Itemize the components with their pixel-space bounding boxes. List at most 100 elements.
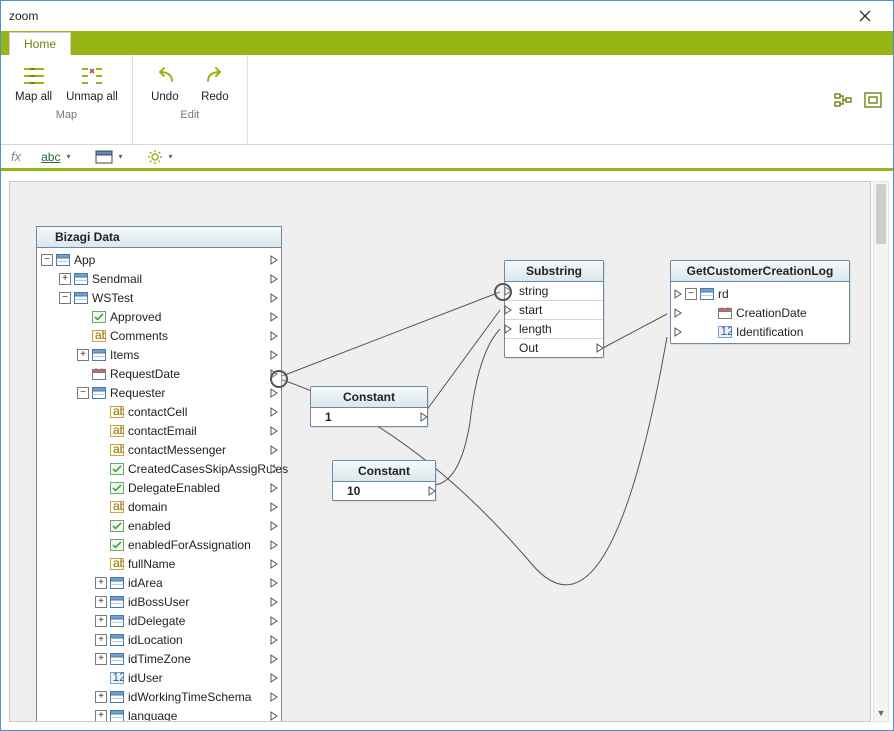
output-port-icon[interactable] xyxy=(269,616,279,626)
tab-home[interactable]: Home xyxy=(9,32,71,55)
tree-row[interactable]: +Sendmail xyxy=(37,269,281,288)
tree-row[interactable]: abcontactCell xyxy=(37,402,281,421)
node-port-string[interactable]: string xyxy=(505,282,603,300)
target-tree-panel[interactable]: GetCustomerCreationLog −rdCreationDate12… xyxy=(670,260,850,344)
tree-row[interactable]: +Items xyxy=(37,345,281,364)
text-functions-dropdown[interactable]: abc▾ xyxy=(37,148,74,166)
tree-row[interactable]: abComments xyxy=(37,326,281,345)
node-value[interactable]: 10 xyxy=(333,482,435,500)
output-port-icon[interactable] xyxy=(269,559,279,569)
node-constant-10[interactable]: Constant 10 xyxy=(332,460,436,501)
close-button[interactable] xyxy=(845,1,885,31)
tree-row[interactable]: +idBossUser xyxy=(37,592,281,611)
settings-dropdown[interactable]: ▾ xyxy=(143,147,177,167)
output-port-icon[interactable] xyxy=(269,502,279,512)
expand-toggle[interactable]: − xyxy=(77,387,89,399)
expand-toggle[interactable]: + xyxy=(95,710,107,722)
input-port-icon[interactable] xyxy=(673,308,683,318)
output-port-icon[interactable] xyxy=(269,692,279,702)
expand-toggle[interactable]: − xyxy=(59,292,71,304)
output-port-icon[interactable] xyxy=(269,331,279,341)
tree-row[interactable]: enabled xyxy=(37,516,281,535)
output-port-icon[interactable] xyxy=(269,521,279,531)
node-value[interactable]: 1 xyxy=(311,408,427,426)
tree-row[interactable]: abcontactMessenger xyxy=(37,440,281,459)
expand-toggle[interactable]: + xyxy=(59,273,71,285)
tree-row[interactable]: DelegateEnabled xyxy=(37,478,281,497)
output-port-icon[interactable] xyxy=(269,540,279,550)
scroll-down-icon[interactable]: ▼ xyxy=(874,705,888,721)
output-port-icon[interactable] xyxy=(269,274,279,284)
tree-row[interactable]: +idWorkingTimeSchema xyxy=(37,687,281,706)
tree-row[interactable]: abdomain xyxy=(37,497,281,516)
vertical-scrollbar[interactable]: ▲ ▼ xyxy=(873,181,889,722)
redo-button[interactable]: Redo xyxy=(191,61,239,107)
node-port-length[interactable]: length xyxy=(505,319,603,338)
tree-row[interactable]: Approved xyxy=(37,307,281,326)
tree-row[interactable]: +idArea xyxy=(37,573,281,592)
node-substring[interactable]: Substring string start length Out xyxy=(504,260,604,358)
output-port-icon[interactable] xyxy=(269,483,279,493)
tree-row[interactable]: −App xyxy=(37,250,281,269)
output-port-icon[interactable] xyxy=(269,350,279,360)
tree-row[interactable]: 12idUser xyxy=(37,668,281,687)
expand-toggle[interactable]: + xyxy=(95,653,107,665)
output-port-icon[interactable] xyxy=(269,597,279,607)
output-port-icon[interactable] xyxy=(269,635,279,645)
output-port-icon[interactable] xyxy=(269,388,279,398)
node-port-start[interactable]: start xyxy=(505,300,603,319)
node-port-out[interactable]: Out xyxy=(505,338,603,357)
output-port-icon[interactable] xyxy=(269,654,279,664)
fit-view-button[interactable] xyxy=(861,88,885,112)
entity-icon xyxy=(73,272,89,286)
tree-label: idLocation xyxy=(128,633,183,647)
expand-toggle[interactable]: + xyxy=(95,615,107,627)
output-port-icon[interactable] xyxy=(269,464,279,474)
tree-row[interactable]: RequestDate xyxy=(37,364,281,383)
tree-row[interactable]: −rd xyxy=(671,284,849,303)
expand-toggle[interactable]: + xyxy=(95,577,107,589)
entity-icon xyxy=(109,709,125,723)
input-port-icon[interactable] xyxy=(673,327,683,337)
unmap-all-button[interactable]: Unmap all xyxy=(60,61,124,107)
tree-row[interactable]: −Requester xyxy=(37,383,281,402)
tree-row[interactable]: CreatedCasesSkipAssigRules xyxy=(37,459,281,478)
undo-button[interactable]: Undo xyxy=(141,61,189,107)
tree-row[interactable]: +idDelegate xyxy=(37,611,281,630)
expand-toggle[interactable]: + xyxy=(95,634,107,646)
expand-toggle[interactable]: + xyxy=(95,596,107,608)
expand-toggle[interactable]: − xyxy=(41,254,53,266)
output-port-icon[interactable] xyxy=(269,407,279,417)
tree-row[interactable]: 12Identification xyxy=(671,322,849,341)
output-port-icon[interactable] xyxy=(269,293,279,303)
tree-row[interactable]: CreationDate xyxy=(671,303,849,322)
tree-row[interactable]: abfullName xyxy=(37,554,281,573)
output-port-icon[interactable] xyxy=(269,673,279,683)
tree-row[interactable]: abcontactEmail xyxy=(37,421,281,440)
tree-row[interactable]: +language xyxy=(37,706,281,722)
auto-layout-button[interactable] xyxy=(831,88,855,112)
expand-toggle[interactable]: + xyxy=(77,349,89,361)
output-port-icon[interactable] xyxy=(269,369,279,379)
tree-row[interactable]: +idTimeZone xyxy=(37,649,281,668)
output-port-icon[interactable] xyxy=(269,255,279,265)
output-port-icon[interactable] xyxy=(269,426,279,436)
tree-row[interactable]: −WSTest xyxy=(37,288,281,307)
output-port-icon[interactable] xyxy=(269,711,279,721)
node-constant-1[interactable]: Constant 1 xyxy=(310,386,428,427)
tree-row[interactable]: enabledForAssignation xyxy=(37,535,281,554)
output-port-icon[interactable] xyxy=(269,578,279,588)
tree-label: DelegateEnabled xyxy=(128,481,220,495)
scroll-thumb[interactable] xyxy=(876,184,886,244)
output-port-icon[interactable] xyxy=(269,312,279,322)
canvas[interactable]: Bizagi Data −App+Sendmail−WSTestApproved… xyxy=(9,181,871,722)
expand-toggle[interactable]: − xyxy=(685,288,697,300)
data-functions-dropdown[interactable]: ▾ xyxy=(91,148,127,166)
input-port-icon[interactable] xyxy=(673,289,683,299)
output-port-icon[interactable] xyxy=(269,445,279,455)
source-tree[interactable]: −App+Sendmail−WSTestApprovedabComments+I… xyxy=(37,248,281,722)
ribbon-group-label: Map xyxy=(56,109,77,121)
expand-toggle[interactable]: + xyxy=(95,691,107,703)
map-all-button[interactable]: Map all xyxy=(9,61,58,107)
tree-row[interactable]: + idLocation xyxy=(37,630,281,649)
